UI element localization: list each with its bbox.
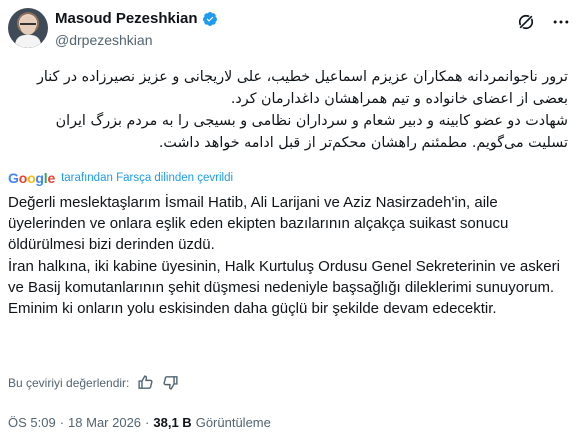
thumbs-up-icon[interactable] <box>137 374 154 391</box>
translated-paragraph: İran halkına, iki kabine üyesinin, Halk … <box>8 258 560 317</box>
translation-note[interactable]: tarafından Farsça dilinden çevrildi <box>61 172 233 184</box>
verified-badge-icon <box>202 12 217 26</box>
translation-attribution[interactable]: Google tarafından Farsça dilinden çevril… <box>8 170 233 186</box>
views-count: 38,1 B <box>153 415 192 430</box>
author-name[interactable]: Masoud Pezeshkian <box>55 10 198 28</box>
views-label: Görüntüleme <box>195 415 271 430</box>
translation-rating: Bu çeviriyi değerlendir: <box>8 374 179 391</box>
google-logo: Google <box>8 170 56 186</box>
thumbs-down-icon[interactable] <box>162 374 179 391</box>
tweet-date[interactable]: 18 Mar 2026 <box>68 415 141 430</box>
original-text-line: ترور ناجوانمردانه همکاران عزیزم اسماعیل … <box>36 69 568 85</box>
translated-paragraph: Değerli meslektaşlarım İsmail Hatib, Ali… <box>8 194 509 253</box>
author-name-line[interactable]: Masoud Pezeshkian <box>55 10 218 28</box>
avatar-shirt <box>15 35 41 48</box>
original-tweet-text: ترور ناجوانمردانه همکاران عزیزم اسماعیل … <box>15 66 568 154</box>
rating-prompt: Bu çeviriyi değerlendir: <box>8 375 130 390</box>
avatar-glasses <box>20 23 36 27</box>
grok-icon[interactable] <box>516 12 536 32</box>
tweet-time[interactable]: ÖS 5:09 <box>8 415 56 430</box>
tweet-meta: ÖS 5:09 · 18 Mar 2026 · 38,1 B Görüntüle… <box>8 415 271 430</box>
tweet-header: Masoud Pezeshkian @drpezeshkian <box>8 8 573 56</box>
meta-separator: · <box>145 415 150 430</box>
meta-separator: · <box>59 415 65 430</box>
author-handle[interactable]: @drpezeshkian <box>55 32 153 48</box>
more-icon[interactable] <box>551 12 571 32</box>
original-text-line: تسلیت می‌گویم. مطمئنم راهشان محکم‌تر از … <box>158 135 568 151</box>
translated-tweet-text: Değerli meslektaşlarım İsmail Hatib, Ali… <box>8 192 573 320</box>
avatar[interactable] <box>8 8 48 48</box>
original-text-line: بعضی از اعضای خانواده و تیم همراهشان داغ… <box>230 91 568 107</box>
original-text-line: شهادت دو عضو کابینه و دبیر شعام و سردارا… <box>55 113 568 129</box>
